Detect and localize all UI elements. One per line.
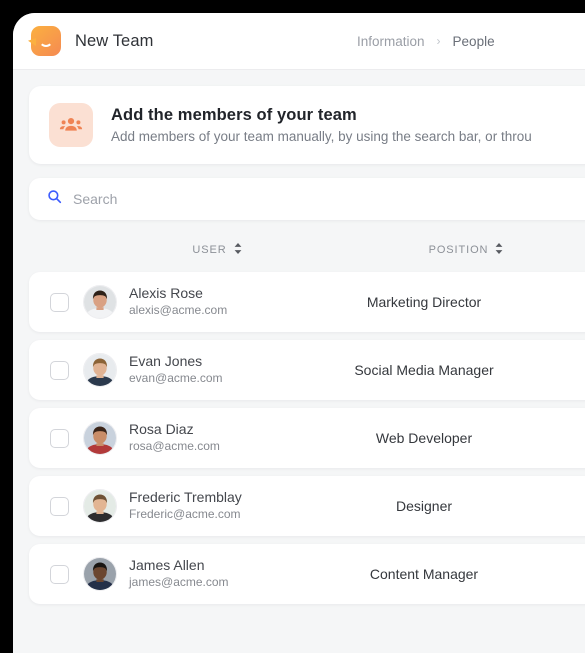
row-user-name: Evan Jones	[129, 353, 203, 370]
column-header-user-label: USER	[192, 244, 227, 256]
row-user-name: Frederic Tremblay	[129, 489, 242, 506]
avatar	[83, 489, 117, 523]
row-user-name: James Allen	[129, 557, 205, 574]
row-position: Marketing Director	[366, 294, 482, 310]
search-bar[interactable]	[29, 178, 585, 220]
column-header-position[interactable]: POSITION	[351, 241, 581, 259]
row-checkbox[interactable]	[49, 496, 69, 516]
table-row[interactable]: Rosa Diaz rosa@acme.com Web Developer	[29, 408, 585, 468]
avatar	[83, 353, 117, 387]
row-user-cell: Frederic Tremblay Frederic@acme.com	[83, 489, 309, 523]
chevron-right-icon: ›	[436, 34, 441, 48]
row-user-email: Frederic@acme.com	[129, 506, 241, 521]
table-header-row: USER POSITION	[29, 234, 585, 266]
avatar	[83, 285, 117, 319]
row-checkbox[interactable]	[49, 564, 69, 584]
banner-text: Add the members of your team Add members…	[111, 106, 532, 144]
table-row[interactable]: Evan Jones evan@acme.com Social Media Mana…	[29, 340, 585, 400]
smile-chat-logo-icon	[28, 26, 61, 56]
page-body: Add the members of your team Add members…	[13, 70, 585, 604]
row-user-cell: Rosa Diaz rosa@acme.com	[83, 421, 309, 455]
banner-title: Add the members of your team	[111, 106, 357, 124]
table-row[interactable]: Frederic Tremblay Frederic@acme.com Design…	[29, 476, 585, 536]
table-row[interactable]: Alexis Rose alexis@acme.com Marketing Dire…	[29, 272, 585, 332]
brand[interactable]: New Team	[28, 26, 154, 56]
column-header-user[interactable]: USER	[83, 241, 351, 259]
row-position: Content Manager	[369, 566, 479, 582]
breadcrumb: Information › People	[357, 34, 495, 49]
sort-updown-icon[interactable]	[234, 241, 242, 259]
row-checkbox-cell[interactable]	[35, 360, 83, 380]
row-user-email: james@acme.com	[129, 574, 229, 589]
row-checkbox[interactable]	[49, 292, 69, 312]
search-input[interactable]	[73, 191, 585, 207]
sort-updown-icon[interactable]	[495, 241, 503, 259]
row-checkbox[interactable]	[49, 428, 69, 448]
search-icon	[47, 189, 62, 209]
avatar	[83, 421, 117, 455]
breadcrumb-item-information[interactable]: Information	[357, 34, 425, 49]
column-header-position-label: POSITION	[428, 244, 489, 256]
row-user-email: alexis@acme.com	[129, 302, 228, 317]
row-user-cell: Alexis Rose alexis@acme.com	[83, 285, 309, 319]
row-checkbox-cell[interactable]	[35, 496, 83, 516]
team-name: New Team	[75, 31, 154, 50]
breadcrumb-item-people[interactable]: People	[453, 34, 495, 49]
row-checkbox-cell[interactable]	[35, 428, 83, 448]
row-user-email: evan@acme.com	[129, 370, 223, 385]
row-checkbox-cell[interactable]	[35, 564, 83, 584]
app-window: New Team Information › People Add the me…	[13, 13, 585, 653]
row-position: Social Media Manager	[354, 362, 494, 378]
group-people-icon	[49, 103, 93, 147]
row-user-cell: Evan Jones evan@acme.com	[83, 353, 309, 387]
row-position: Designer	[395, 498, 453, 514]
add-members-banner: Add the members of your team Add members…	[29, 86, 585, 164]
people-list: Alexis Rose alexis@acme.com Marketing Dire…	[29, 272, 585, 604]
banner-subtitle: Add members of your team manually, by us…	[111, 129, 532, 144]
row-user-name: Rosa Diaz	[129, 421, 194, 438]
table-row[interactable]: James Allen james@acme.com Content Manager	[29, 544, 585, 604]
avatar	[83, 557, 117, 591]
app-header: New Team Information › People	[13, 13, 585, 70]
row-checkbox-cell[interactable]	[35, 292, 83, 312]
row-user-cell: James Allen james@acme.com	[83, 557, 309, 591]
row-position: Web Developer	[375, 430, 473, 446]
row-checkbox[interactable]	[49, 360, 69, 380]
row-user-email: rosa@acme.com	[129, 438, 220, 453]
row-user-name: Alexis Rose	[129, 285, 203, 302]
